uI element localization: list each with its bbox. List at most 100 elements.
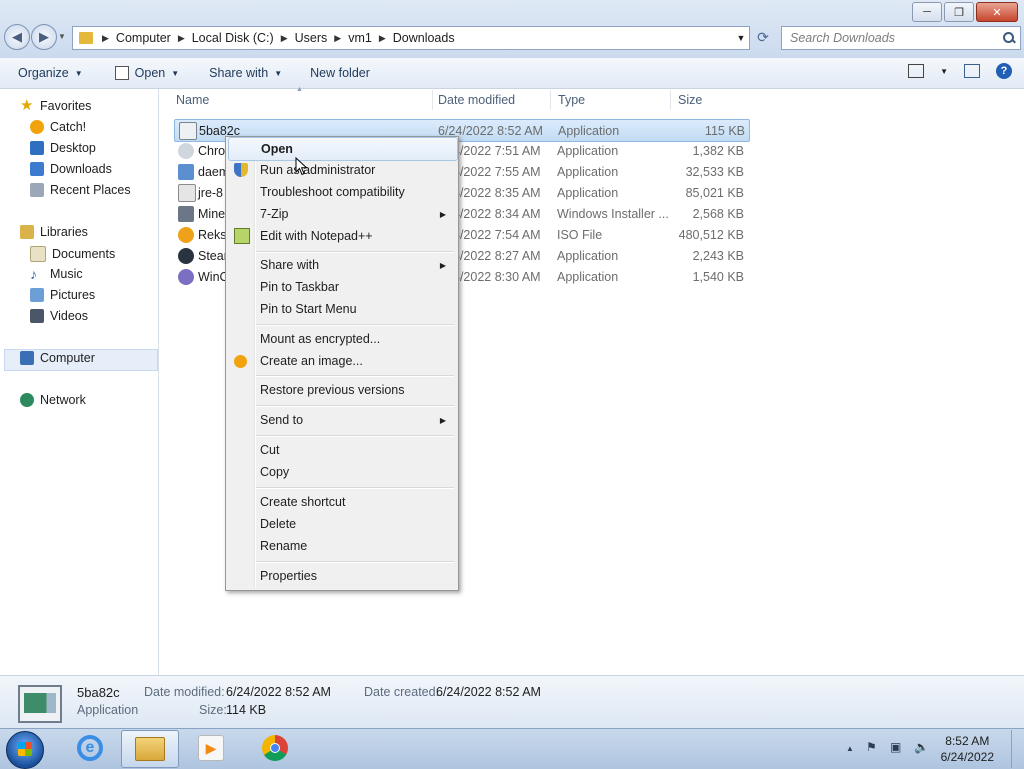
nav-network[interactable]: Network — [20, 393, 86, 407]
menu-item-send-to[interactable]: Send to ▶ — [228, 409, 456, 431]
menu-item-7zip[interactable]: 7-Zip ▶ — [228, 203, 456, 225]
chevron-right-icon[interactable]: ▶ — [102, 33, 109, 44]
taskbar-clock[interactable]: 8:52 AM 6/24/2022 — [941, 733, 994, 765]
chevron-right-icon[interactable]: ▶ — [334, 33, 341, 44]
menu-item-copy[interactable]: Copy — [228, 461, 456, 483]
file-date: 4/2022 8:30 AM — [453, 269, 541, 284]
file-type: Application — [557, 143, 619, 158]
nav-item-music[interactable]: ♪ Music — [30, 267, 83, 281]
file-name: Chro — [198, 143, 226, 158]
address-dropdown-icon[interactable]: ▼ — [733, 33, 749, 43]
minimize-button[interactable]: ─ — [912, 2, 942, 22]
forward-button[interactable]: ▶ — [31, 24, 57, 50]
column-size-label: Size — [678, 93, 703, 107]
search-input[interactable]: Search Downloads — [790, 31, 1002, 45]
menu-item-create-image[interactable]: Create an image... — [228, 350, 456, 372]
media-player-icon: ▶ — [198, 735, 224, 761]
start-button[interactable] — [6, 731, 44, 769]
maximize-button[interactable]: ❐ — [944, 2, 974, 22]
show-hidden-icons-icon[interactable]: ▲ — [846, 744, 854, 753]
refresh-button[interactable]: ⟳ — [752, 26, 774, 48]
star-icon: ★ — [20, 97, 34, 114]
column-header-name[interactable]: Name — [170, 90, 433, 110]
nav-item-videos[interactable]: Videos — [30, 309, 88, 323]
menu-item-run-as-administrator[interactable]: Run as administrator — [228, 159, 456, 181]
column-header-date[interactable]: Date modified — [432, 90, 551, 110]
menu-label: Mount as encrypted... — [260, 332, 381, 346]
volume-icon[interactable]: 🔈 — [914, 740, 929, 754]
menu-item-create-shortcut[interactable]: Create shortcut — [228, 491, 456, 513]
nav-favorites-label: Favorites — [40, 99, 92, 113]
menu-label: Pin to Start Menu — [260, 302, 357, 316]
back-button[interactable]: ◀ — [4, 24, 30, 50]
menu-item-delete[interactable]: Delete — [228, 513, 456, 535]
breadcrumb-downloads[interactable]: Downloads — [393, 31, 455, 45]
details-size-label: Size: — [199, 703, 227, 717]
submenu-arrow-icon: ▶ — [439, 209, 446, 219]
submenu-arrow-icon: ▶ — [439, 260, 446, 270]
taskbar-media-player[interactable]: ▶ — [183, 730, 239, 766]
network-icon — [20, 393, 34, 407]
open-button[interactable]: Open ▼ — [114, 66, 179, 80]
file-date: 4/2022 8:27 AM — [453, 248, 541, 263]
steam-icon — [178, 247, 194, 264]
search-box[interactable]: Search Downloads — [781, 26, 1021, 50]
menu-label: Delete — [260, 517, 297, 531]
menu-item-share-with[interactable]: Share with ▶ — [228, 254, 456, 276]
nav-libraries[interactable]: Libraries — [20, 225, 88, 239]
recent-pages-chevron-icon[interactable]: ▼ — [58, 32, 66, 41]
preview-pane-icon[interactable] — [964, 64, 980, 78]
action-center-flag-icon[interactable]: ⚑ — [866, 740, 877, 754]
help-icon[interactable]: ? — [996, 63, 1012, 79]
context-menu: Open Run as administrator Troubleshoot c… — [225, 136, 459, 591]
breadcrumb-local-disk[interactable]: Local Disk (C:) — [192, 31, 274, 45]
nav-item-desktop[interactable]: Desktop — [30, 141, 96, 155]
menu-item-cut[interactable]: Cut — [228, 439, 456, 461]
nav-favorites[interactable]: ★ Favorites — [20, 97, 92, 114]
chevron-down-icon[interactable]: ▼ — [940, 67, 948, 76]
chevron-right-icon[interactable]: ▶ — [379, 33, 386, 44]
taskbar-windows-explorer[interactable] — [121, 730, 179, 768]
share-with-button[interactable]: Share with ▼ — [209, 66, 282, 80]
file-type: Application — [558, 123, 620, 138]
nav-item-catch[interactable]: Catch! — [30, 120, 86, 134]
menu-item-edit-notepadpp[interactable]: Edit with Notepad++ — [228, 225, 456, 247]
taskbar-internet-explorer[interactable]: e — [62, 730, 118, 766]
menu-item-troubleshoot[interactable]: Troubleshoot compatibility — [228, 181, 456, 203]
menu-item-open[interactable]: Open — [228, 137, 458, 161]
file-date: 4/2022 8:34 AM — [453, 206, 541, 221]
menu-item-pin-start-menu[interactable]: Pin to Start Menu — [228, 298, 456, 320]
new-folder-button[interactable]: New folder — [310, 66, 370, 80]
chevron-right-icon[interactable]: ▶ — [281, 33, 288, 44]
menu-item-rename[interactable]: Rename — [228, 535, 456, 557]
menu-item-pin-taskbar[interactable]: Pin to Taskbar — [228, 276, 456, 298]
show-desktop-button[interactable] — [1011, 730, 1024, 768]
column-header-size[interactable]: Size — [672, 90, 750, 110]
search-icon[interactable] — [1002, 31, 1016, 45]
breadcrumb-vm1[interactable]: vm1 — [348, 31, 372, 45]
menu-label: Create shortcut — [260, 495, 346, 509]
chevron-right-icon[interactable]: ▶ — [178, 33, 185, 44]
menu-label: Cut — [260, 443, 280, 457]
nav-item-pictures[interactable]: Pictures — [30, 288, 95, 302]
nav-item-recent-places[interactable]: Recent Places — [30, 183, 131, 197]
address-bar[interactable]: ▶ Computer ▶ Local Disk (C:) ▶ Users ▶ v… — [72, 26, 750, 50]
organize-button[interactable]: Organize ▼ — [18, 66, 83, 80]
nav-computer[interactable]: Computer — [20, 351, 95, 365]
breadcrumb-users[interactable]: Users — [295, 31, 328, 45]
nav-item-documents[interactable]: Documents — [30, 246, 115, 262]
breadcrumb-computer[interactable]: Computer — [116, 31, 171, 45]
nav-item-label: Documents — [52, 247, 116, 261]
file-type: Application — [557, 185, 619, 200]
menu-item-mount-encrypted[interactable]: Mount as encrypted... — [228, 328, 456, 350]
nav-item-downloads[interactable]: Downloads — [30, 162, 112, 176]
network-status-icon[interactable]: ▣ — [890, 740, 901, 754]
menu-item-properties[interactable]: Properties — [228, 565, 456, 587]
taskbar-chrome[interactable] — [247, 730, 303, 766]
menu-item-restore-previous[interactable]: Restore previous versions — [228, 379, 456, 401]
view-options-icon[interactable] — [908, 64, 925, 78]
column-header-type[interactable]: Type — [552, 90, 671, 110]
close-button[interactable]: ✕ — [976, 2, 1018, 22]
nav-computer-label: Computer — [40, 351, 95, 365]
nav-item-label: Videos — [50, 309, 88, 323]
